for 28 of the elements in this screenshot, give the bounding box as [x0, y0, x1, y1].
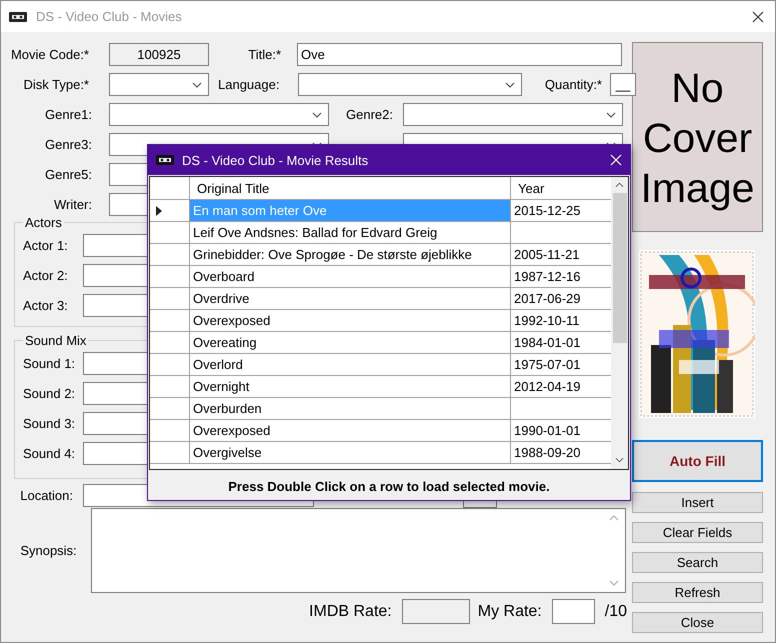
field-label: Writer: — [52, 197, 93, 212]
hint-text: Press Double Click on a row to load selected movie. — [227, 478, 551, 494]
field-label: Title:* — [247, 47, 282, 62]
group-title: Actors — [24, 215, 63, 230]
dialog-title: DS - Video Club - Movie Results — [182, 152, 368, 168]
field-label: Actor 1: — [23, 238, 69, 253]
group-title: Sound Mix — [24, 333, 88, 348]
field-label: IMDB Rate: — [309, 602, 392, 620]
rate-suffix: /10 — [604, 602, 627, 620]
window-title: DS - Video Club - Movies — [36, 9, 182, 24]
field-label: Quantity:* — [544, 77, 603, 92]
field-label: Language: — [217, 77, 280, 92]
field-label: My Rate: — [478, 602, 542, 620]
field-label: Genre2: — [346, 107, 393, 122]
field-label: Synopsis: — [19, 543, 78, 558]
field-label: Genre5: — [44, 167, 93, 182]
field-label: Genre3: — [44, 137, 93, 152]
field-label: Sound 4: — [23, 446, 76, 461]
field-label: Actor 2: — [23, 268, 69, 283]
field-label: Movie Code:* — [10, 47, 90, 62]
field-label: Location: — [19, 488, 74, 503]
cover-text: No Cover Image — [640, 65, 754, 211]
field-label: Disk Type:* — [22, 77, 90, 92]
field-label: Actor 3: — [23, 298, 69, 313]
field-label: Sound 1: — [23, 356, 76, 371]
field-label: Sound 3: — [23, 416, 76, 431]
field-label: Genre1: — [44, 107, 93, 122]
field-label: Sound 2: — [23, 386, 76, 401]
